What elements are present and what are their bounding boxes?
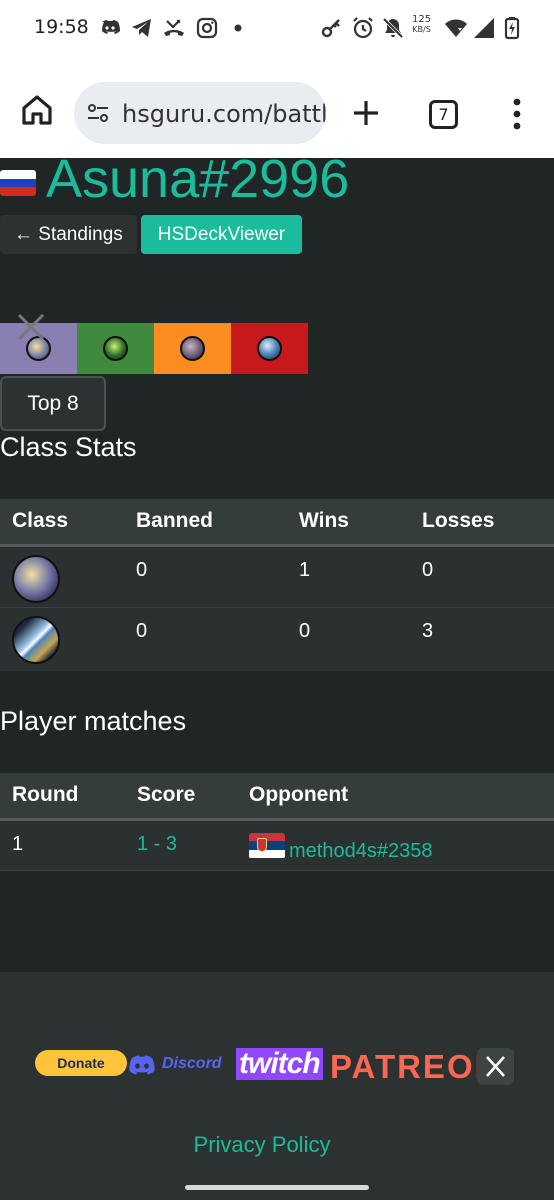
col-banned: Banned	[124, 499, 287, 547]
round-value: 1	[0, 819, 125, 871]
table-row: 0 1 0	[0, 545, 554, 607]
player-name: Asuna#2996	[46, 150, 350, 209]
status-time: 19:58	[34, 16, 89, 38]
matches-header-row: Round Score Opponent	[0, 773, 554, 821]
wins-value: 1	[287, 545, 410, 607]
opponent-link[interactable]: method4s#2358	[289, 840, 432, 862]
class-cell-warrior[interactable]	[231, 323, 308, 374]
druid-icon	[103, 336, 128, 361]
class-cell	[0, 607, 124, 669]
donate-button[interactable]: Donate	[35, 1050, 127, 1076]
wifi-icon	[445, 19, 467, 37]
discord-icon[interactable]	[128, 1055, 156, 1077]
table-row: 1 1 - 3 method4s#2358	[0, 819, 554, 871]
key-icon	[321, 19, 340, 38]
telegram-icon	[132, 19, 151, 37]
battery-charging-icon	[504, 17, 520, 40]
banned-value: 0	[124, 545, 287, 607]
patreon-link[interactable]: PATREON	[330, 1048, 500, 1086]
discord-icon	[102, 20, 120, 34]
x-icon[interactable]	[477, 1048, 514, 1085]
class-cell	[0, 545, 124, 607]
address-bar[interactable]: hsguru.com/battl	[74, 82, 326, 144]
net-speed-unit: KB/S	[412, 25, 431, 34]
class-stats-title: Class Stats	[0, 432, 137, 462]
hsdeckviewer-button[interactable]: HSDeckViewer	[141, 215, 302, 254]
col-class: Class	[0, 499, 124, 547]
privacy-policy-link[interactable]: Privacy Policy	[0, 1132, 524, 1158]
close-icon[interactable]	[14, 310, 48, 344]
col-score: Score	[125, 773, 237, 821]
col-round: Round	[0, 773, 125, 821]
score-link[interactable]: 1 - 3	[137, 833, 177, 855]
missed-call-icon	[164, 19, 184, 36]
losses-value: 3	[410, 607, 554, 669]
tab-switcher-button[interactable]: 7	[429, 100, 458, 129]
class-cell-druid[interactable]	[77, 323, 154, 374]
class-cell-rogue[interactable]	[154, 323, 231, 374]
gesture-bar[interactable]	[185, 1185, 369, 1190]
net-speed-value: 125	[412, 14, 432, 25]
mute-icon	[382, 17, 404, 39]
opponent-cell: method4s#2358	[237, 819, 554, 871]
net-speed: 125 KB/S	[412, 15, 431, 35]
banned-value: 0	[124, 607, 287, 669]
more-menu-icon[interactable]	[507, 97, 527, 131]
losses-value: 0	[410, 545, 554, 607]
rogue-icon	[180, 336, 205, 361]
dot-icon	[234, 24, 242, 32]
warrior-icon	[257, 336, 282, 361]
player-matches-table: Round Score Opponent 1 1 - 3 method4s#23…	[0, 773, 554, 871]
warrior-icon	[12, 615, 60, 664]
top8-button[interactable]: Top 8	[0, 376, 106, 431]
site-settings-icon[interactable]	[86, 101, 110, 125]
russia-flag	[0, 170, 36, 196]
score-cell: 1 - 3	[125, 819, 237, 871]
twitch-link[interactable]: twitch	[236, 1048, 323, 1080]
instagram-icon	[196, 17, 218, 39]
col-losses: Losses	[410, 499, 554, 547]
footer: Donate Discord twitch PATREON Privacy Po…	[0, 972, 554, 1200]
home-icon[interactable]	[20, 93, 54, 127]
signal-icon	[474, 18, 494, 38]
player-header: Asuna#2996	[0, 150, 554, 210]
browser-toolbar: hsguru.com/battl 7	[0, 60, 554, 158]
col-opponent: Opponent	[237, 773, 554, 821]
divider	[0, 669, 554, 671]
col-wins: Wins	[287, 499, 410, 547]
url-text[interactable]: hsguru.com/battl	[122, 100, 326, 128]
player-matches-title: Player matches	[0, 706, 187, 736]
wins-value: 0	[287, 607, 410, 669]
alarm-icon	[353, 17, 373, 39]
standings-button[interactable]: ← Standings	[0, 215, 137, 254]
serbia-flag	[249, 832, 285, 859]
class-stats-header-row: Class Banned Wins Losses	[0, 499, 554, 547]
class-stats-table: Class Banned Wins Losses 0 1 0 0 0 3	[0, 499, 554, 670]
table-row: 0 0 3	[0, 607, 554, 669]
new-tab-icon[interactable]	[351, 98, 381, 128]
paladin-icon	[12, 554, 60, 603]
status-bar: 19:58 125 KB/S	[0, 0, 554, 60]
discord-link[interactable]: Discord	[162, 1055, 222, 1073]
